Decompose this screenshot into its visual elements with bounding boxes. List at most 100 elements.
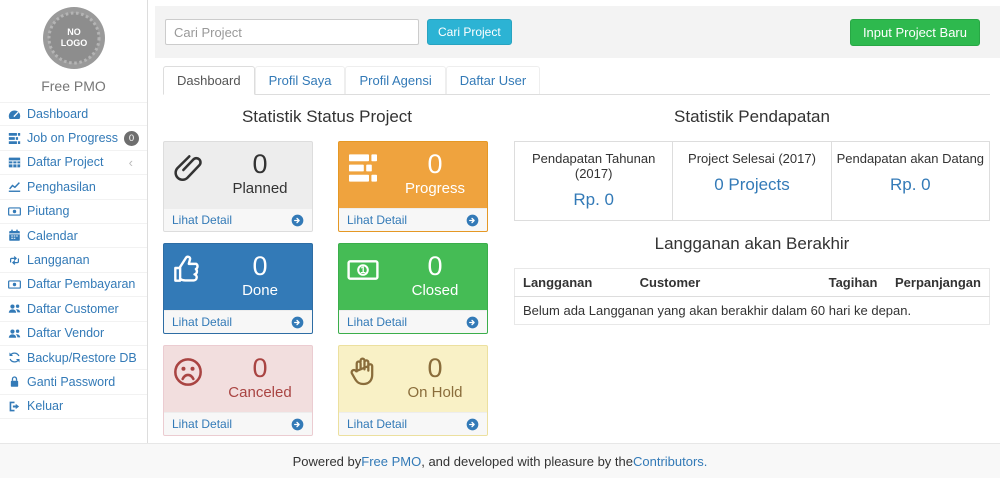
closed-detail-link[interactable]: Lihat Detail: [339, 310, 487, 333]
stat-value: Rp. 0: [836, 175, 985, 195]
free-pmo-link[interactable]: Free PMO: [361, 454, 421, 469]
lihat-detail-link[interactable]: Lihat Detail: [172, 417, 232, 431]
calendar-icon: [8, 229, 21, 242]
planned-detail-link[interactable]: Lihat Detail: [164, 208, 312, 231]
progress-detail-link[interactable]: Lihat Detail: [339, 208, 487, 231]
users-icon: [8, 327, 21, 340]
arrow-circle-right-icon: [291, 418, 304, 431]
sidebar-item-job-on-progress[interactable]: Job on Progress 0: [0, 126, 147, 150]
sidebar-item-keluar[interactable]: Keluar: [0, 395, 147, 419]
chevron-left-icon: ‹: [129, 156, 133, 169]
sidebar-item-label: Keluar: [27, 399, 63, 413]
sidebar-item-daftar-project[interactable]: Daftar Project ‹: [0, 151, 147, 175]
page-footer: Powered by Free PMO , and developed with…: [0, 443, 1000, 478]
logo-area: NO LOGO Free PMO: [0, 0, 147, 102]
income-section-title: Statistik Pendapatan: [514, 107, 990, 127]
on-hold-label: On Hold: [391, 384, 479, 401]
frown-icon: [172, 353, 216, 408]
sidebar-item-label: Ganti Password: [27, 375, 115, 389]
sidebar-item-backup-restore[interactable]: Backup/Restore DB: [0, 346, 147, 370]
income-stat-yearly: Pendapatan Tahunan (2017) Rp. 0: [515, 142, 673, 220]
sign-out-icon: [8, 400, 21, 413]
sidebar-item-label: Backup/Restore DB: [27, 351, 137, 365]
money-icon: [8, 205, 21, 218]
dashboard-icon: [8, 108, 21, 121]
sidebar-item-label: Daftar Customer: [27, 302, 119, 316]
footer-text: , and developed with pleasure by the: [421, 454, 633, 469]
search-input[interactable]: [165, 19, 419, 45]
paperclip-icon: [172, 149, 216, 204]
stat-label: Pendapatan akan Datang: [836, 151, 985, 166]
column-header-perpanjangan: Perpanjangan: [887, 269, 990, 297]
stat-label: Pendapatan Tahunan (2017): [519, 151, 668, 181]
sidebar-item-label: Langganan: [27, 253, 90, 267]
refresh-icon: [8, 351, 21, 364]
tab-daftar-user[interactable]: Daftar User: [446, 66, 540, 94]
lihat-detail-link[interactable]: Lihat Detail: [347, 417, 407, 431]
sidebar-menu: Dashboard Job on Progress 0 Daftar Proje…: [0, 102, 147, 419]
sidebar-item-penghasilan[interactable]: Penghasilan: [0, 175, 147, 199]
done-detail-link[interactable]: Lihat Detail: [164, 310, 312, 333]
progress-label: Progress: [391, 180, 479, 197]
sidebar-item-label: Daftar Project: [27, 155, 103, 169]
contributors-link[interactable]: Contributors.: [633, 454, 707, 469]
sidebar-item-piutang[interactable]: Piutang: [0, 200, 147, 224]
retweet-icon: [8, 254, 21, 267]
tab-profil-agensi[interactable]: Profil Agensi: [345, 66, 445, 94]
money-icon: [8, 278, 21, 291]
on-hold-detail-link[interactable]: Lihat Detail: [339, 412, 487, 435]
sidebar-item-langganan[interactable]: Langganan: [0, 248, 147, 272]
arrow-circle-right-icon: [466, 418, 479, 431]
table-icon: [8, 156, 21, 169]
sidebar-item-ganti-password[interactable]: Ganti Password: [0, 370, 147, 394]
arrow-circle-right-icon: [291, 316, 304, 329]
sidebar-item-dashboard[interactable]: Dashboard: [0, 102, 147, 126]
arrow-circle-right-icon: [291, 214, 304, 227]
sidebar-item-label: Daftar Vendor: [27, 326, 104, 340]
subscription-table: Langganan Customer Tagihan Perpanjangan …: [514, 268, 990, 325]
tasks-icon: [8, 132, 21, 145]
arrow-circle-right-icon: [466, 316, 479, 329]
search-button[interactable]: Cari Project: [427, 19, 512, 45]
tab-dashboard[interactable]: Dashboard: [163, 66, 255, 95]
done-count: 0: [216, 251, 304, 282]
canceled-detail-link[interactable]: Lihat Detail: [164, 412, 312, 435]
sidebar-item-label: Piutang: [27, 204, 69, 218]
income-stats-table: Pendapatan Tahunan (2017) Rp. 0 Project …: [514, 141, 990, 221]
sidebar-item-daftar-customer[interactable]: Daftar Customer: [0, 297, 147, 321]
lihat-detail-link[interactable]: Lihat Detail: [172, 213, 232, 227]
sidebar-item-label: Daftar Pembayaran: [27, 277, 135, 291]
status-section-title: Statistik Status Project: [163, 107, 491, 127]
lihat-detail-link[interactable]: Lihat Detail: [347, 213, 407, 227]
arrow-circle-right-icon: [466, 214, 479, 227]
stat-value: 0 Projects: [677, 175, 826, 195]
card-planned: 0 Planned Lihat Detail: [163, 141, 313, 232]
column-header-customer: Customer: [632, 269, 821, 297]
lihat-detail-link[interactable]: Lihat Detail: [347, 315, 407, 329]
no-logo-badge: NO LOGO: [41, 5, 107, 71]
lihat-detail-link[interactable]: Lihat Detail: [172, 315, 232, 329]
users-icon: [8, 302, 21, 315]
planned-count: 0: [216, 149, 304, 180]
progress-count: 0: [391, 149, 479, 180]
brand-name: Free PMO: [0, 78, 147, 94]
sidebar-item-label: Penghasilan: [27, 180, 96, 194]
card-canceled: 0 Canceled Lihat Detail: [163, 345, 313, 436]
main-area: Cari Project Input Project Baru Dashboar…: [148, 0, 1000, 443]
status-cards: 0 Planned Lihat Detail: [163, 141, 491, 436]
column-header-tagihan: Tagihan: [821, 269, 887, 297]
closed-count: 0: [391, 251, 479, 282]
sidebar-item-daftar-pembayaran[interactable]: Daftar Pembayaran: [0, 273, 147, 297]
tasks-icon: [347, 149, 391, 204]
empty-subscriptions-message: Belum ada Langganan yang akan berakhir d…: [515, 297, 990, 325]
tab-profil-saya[interactable]: Profil Saya: [255, 66, 346, 94]
on-hold-count: 0: [391, 353, 479, 384]
sidebar-item-label: Calendar: [27, 229, 78, 243]
sidebar-item-calendar[interactable]: Calendar: [0, 224, 147, 248]
stat-value: Rp. 0: [519, 190, 668, 210]
planned-label: Planned: [216, 180, 304, 197]
hand-icon: [347, 353, 391, 408]
column-header-langganan: Langganan: [515, 269, 632, 297]
sidebar-item-daftar-vendor[interactable]: Daftar Vendor: [0, 322, 147, 346]
input-project-baru-button[interactable]: Input Project Baru: [850, 19, 980, 46]
